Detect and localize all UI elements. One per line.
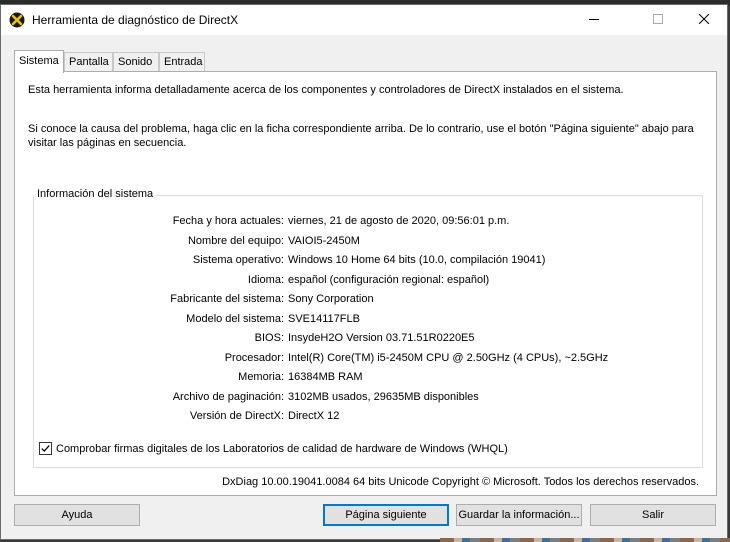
info-label: BIOS: bbox=[254, 332, 284, 344]
info-label: Fabricante del sistema: bbox=[170, 293, 284, 305]
directx-x-icon bbox=[9, 12, 25, 28]
help-button[interactable]: Ayuda bbox=[14, 504, 140, 526]
tab-entrada[interactable]: Entrada bbox=[159, 52, 205, 71]
title-bar[interactable]: Herramienta de diagnóstico de DirectX bbox=[1, 5, 727, 35]
info-row-bios: BIOS: InsydeH2O Version 03.71.51R0220E5 bbox=[34, 332, 702, 346]
copyright-text: DxDiag 10.00.19041.0084 64 bits Unicode … bbox=[222, 476, 699, 488]
info-label: Archivo de paginación: bbox=[172, 390, 284, 403]
intro-text-2: Si conoce la causa del problema, haga cl… bbox=[28, 123, 694, 149]
next-page-button[interactable]: Página siguiente bbox=[323, 504, 449, 526]
close-icon bbox=[698, 13, 710, 27]
info-row-computer-name: Nombre del equipo: VAIOI5-2450M bbox=[34, 235, 702, 249]
info-row-directx-version: Versión de DirectX: DirectX 12 bbox=[34, 410, 702, 424]
window-title: Herramienta de diagnóstico de DirectX bbox=[32, 13, 239, 27]
info-row-memory: Memoria: 16384MB RAM bbox=[34, 371, 702, 385]
maximize-button[interactable] bbox=[636, 5, 680, 35]
tab-sonido[interactable]: Sonido bbox=[113, 52, 159, 71]
system-info-group: Fecha y hora actuales: viernes, 21 de ag… bbox=[33, 195, 703, 468]
maximize-icon bbox=[653, 13, 663, 27]
info-row-model: Modelo del sistema: SVE14117FLB bbox=[34, 313, 702, 327]
info-value: Windows 10 Home 64 bits (10.0, compilaci… bbox=[288, 254, 546, 266]
info-value: InsydeH2O Version 03.71.51R0220E5 bbox=[288, 332, 475, 344]
info-value: VAIOI5-2450M bbox=[288, 234, 360, 247]
info-label: Fecha y hora actuales: bbox=[172, 215, 284, 227]
info-row-manufacturer: Fabricante del sistema: Sony Corporation bbox=[34, 293, 702, 307]
system-info-heading: Información del sistema bbox=[34, 188, 157, 200]
tab-sistema[interactable]: Sistema bbox=[14, 50, 64, 73]
info-value: viernes, 21 de agosto de 2020, 09:56:01 … bbox=[288, 215, 510, 227]
info-row-os: Sistema operativo: Windows 10 Home 64 bi… bbox=[34, 254, 702, 268]
dxdiag-window: Herramienta de diagnóstico de DirectX Si… bbox=[0, 4, 728, 540]
tab-pantalla[interactable]: Pantalla bbox=[64, 52, 113, 71]
info-label: Procesador: bbox=[224, 351, 284, 364]
info-row-pagefile: Archivo de paginación: 3102MB usados, 29… bbox=[34, 391, 702, 405]
save-info-button[interactable]: Guardar la información... bbox=[456, 504, 582, 526]
info-row-processor: Procesador: Intel(R) Core(TM) i5-2450M C… bbox=[34, 352, 702, 366]
minimize-icon bbox=[589, 14, 599, 27]
info-value: Intel(R) Core(TM) i5-2450M CPU @ 2.50GHz… bbox=[288, 351, 609, 364]
info-label: Memoria: bbox=[238, 371, 284, 383]
minimize-button[interactable] bbox=[572, 5, 616, 35]
whql-checkbox-row[interactable]: Comprobar firmas digitales de los Labora… bbox=[39, 442, 508, 455]
info-row-date: Fecha y hora actuales: viernes, 21 de ag… bbox=[34, 215, 702, 229]
info-value: DirectX 12 bbox=[288, 410, 340, 422]
info-label: Sistema operativo: bbox=[192, 254, 284, 266]
info-value: 16384MB RAM bbox=[288, 371, 363, 383]
info-value: Sony Corporation bbox=[288, 293, 374, 305]
whql-checkbox-label: Comprobar firmas digitales de los Labora… bbox=[56, 442, 508, 455]
background-taskbar-strip bbox=[440, 538, 730, 542]
info-value: SVE14117FLB bbox=[288, 312, 360, 325]
whql-checkbox[interactable] bbox=[39, 442, 52, 455]
intro-text-1: Esta herramienta informa detalladamente … bbox=[28, 84, 624, 96]
exit-button[interactable]: Salir bbox=[590, 504, 716, 526]
info-label: Versión de DirectX: bbox=[189, 410, 284, 422]
checkmark-icon bbox=[41, 445, 50, 453]
sistema-panel: Esta herramienta informa detalladamente … bbox=[14, 71, 717, 496]
info-value: 3102MB usados, 29635MB disponibles bbox=[288, 390, 479, 403]
info-label: Idioma: bbox=[247, 273, 284, 286]
info-label: Nombre del equipo: bbox=[187, 234, 284, 247]
info-row-language: Idioma: español (configuración regional:… bbox=[34, 274, 702, 288]
close-button[interactable] bbox=[682, 5, 726, 35]
info-value: español (configuración regional: español… bbox=[288, 273, 490, 286]
info-label: Modelo del sistema: bbox=[186, 312, 284, 325]
